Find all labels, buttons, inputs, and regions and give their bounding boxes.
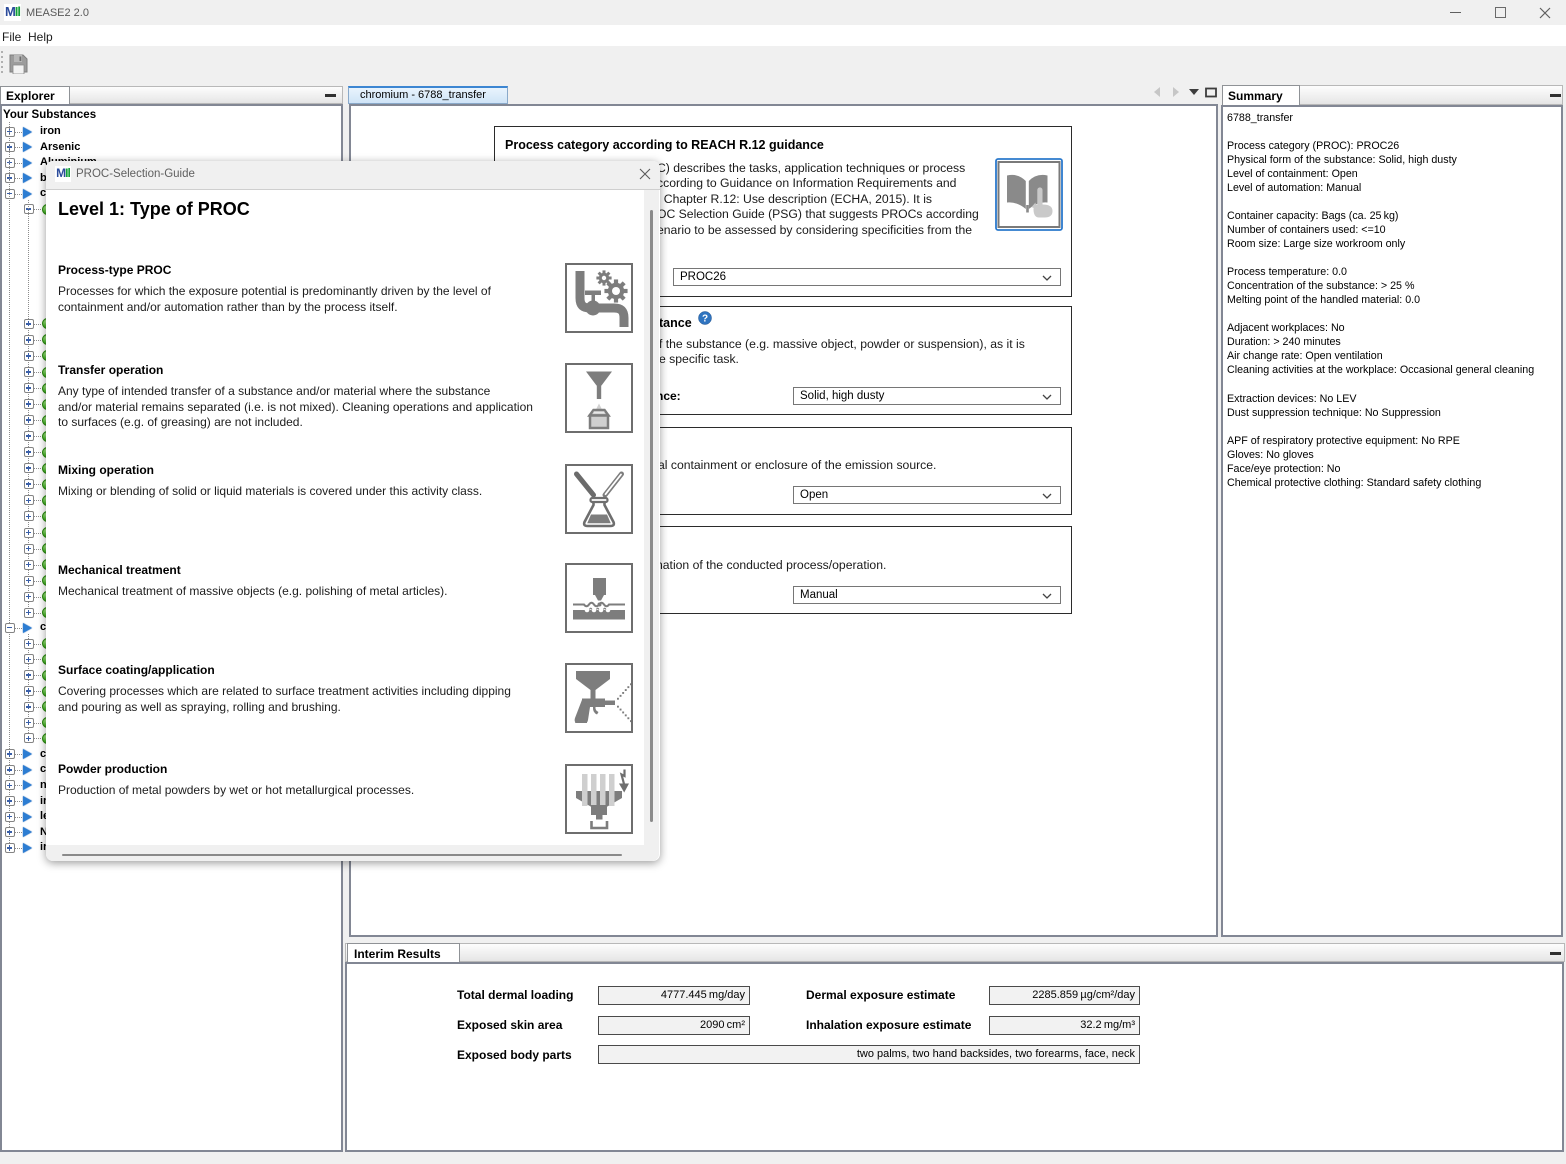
svg-text:?: ? (702, 314, 708, 325)
